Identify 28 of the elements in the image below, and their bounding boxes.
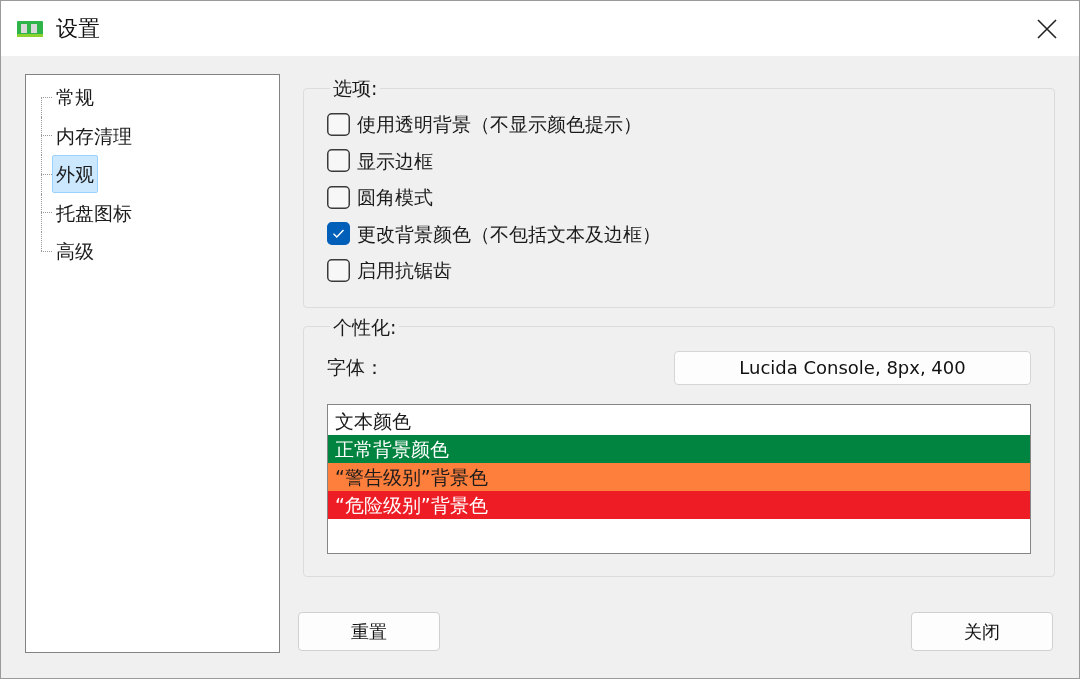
tree-item[interactable]: 高级 [52,232,98,271]
window-title: 设置 [56,15,100,43]
close-icon [1037,18,1057,39]
chip-icon [17,20,43,37]
checkbox[interactable] [327,112,350,136]
checkbox[interactable] [327,185,350,209]
checkbox-label[interactable]: 显示边框 [357,146,433,175]
tree-item[interactable]: 常规 [52,78,98,117]
close-button[interactable] [1036,17,1058,40]
tree-item[interactable]: 外观 [52,155,98,194]
color-list-item[interactable]: “警告级别”背景色 [328,462,1030,491]
color-list-item[interactable]: “危险级别”背景色 [328,490,1030,519]
dialog-button[interactable]: 关闭 [911,612,1053,651]
tree-item[interactable]: 托盘图标 [52,193,136,232]
checkbox-label[interactable]: 更改背景颜色（不包括文本及边框） [357,219,661,248]
group-title: 个性化: [332,314,398,339]
checkbox-label[interactable]: 圆角模式 [357,183,433,212]
dialog-button[interactable]: 重置 [298,612,440,651]
font-button[interactable]: Lucida Console, 8px, 400 [674,350,1031,385]
tree-item[interactable]: 内存清理 [52,116,136,155]
checkbox-label[interactable]: 启用抗锯齿 [357,256,452,285]
font-label: 字体： [327,355,384,381]
group-title: 选项: [332,76,379,100]
checkbox[interactable] [327,149,350,173]
checkbox[interactable] [327,222,350,246]
checkbox-label[interactable]: 使用透明背景（不显示颜色提示） [357,110,642,139]
checkbox[interactable] [327,258,350,282]
color-list-item[interactable]: 正常背景颜色 [328,434,1030,463]
